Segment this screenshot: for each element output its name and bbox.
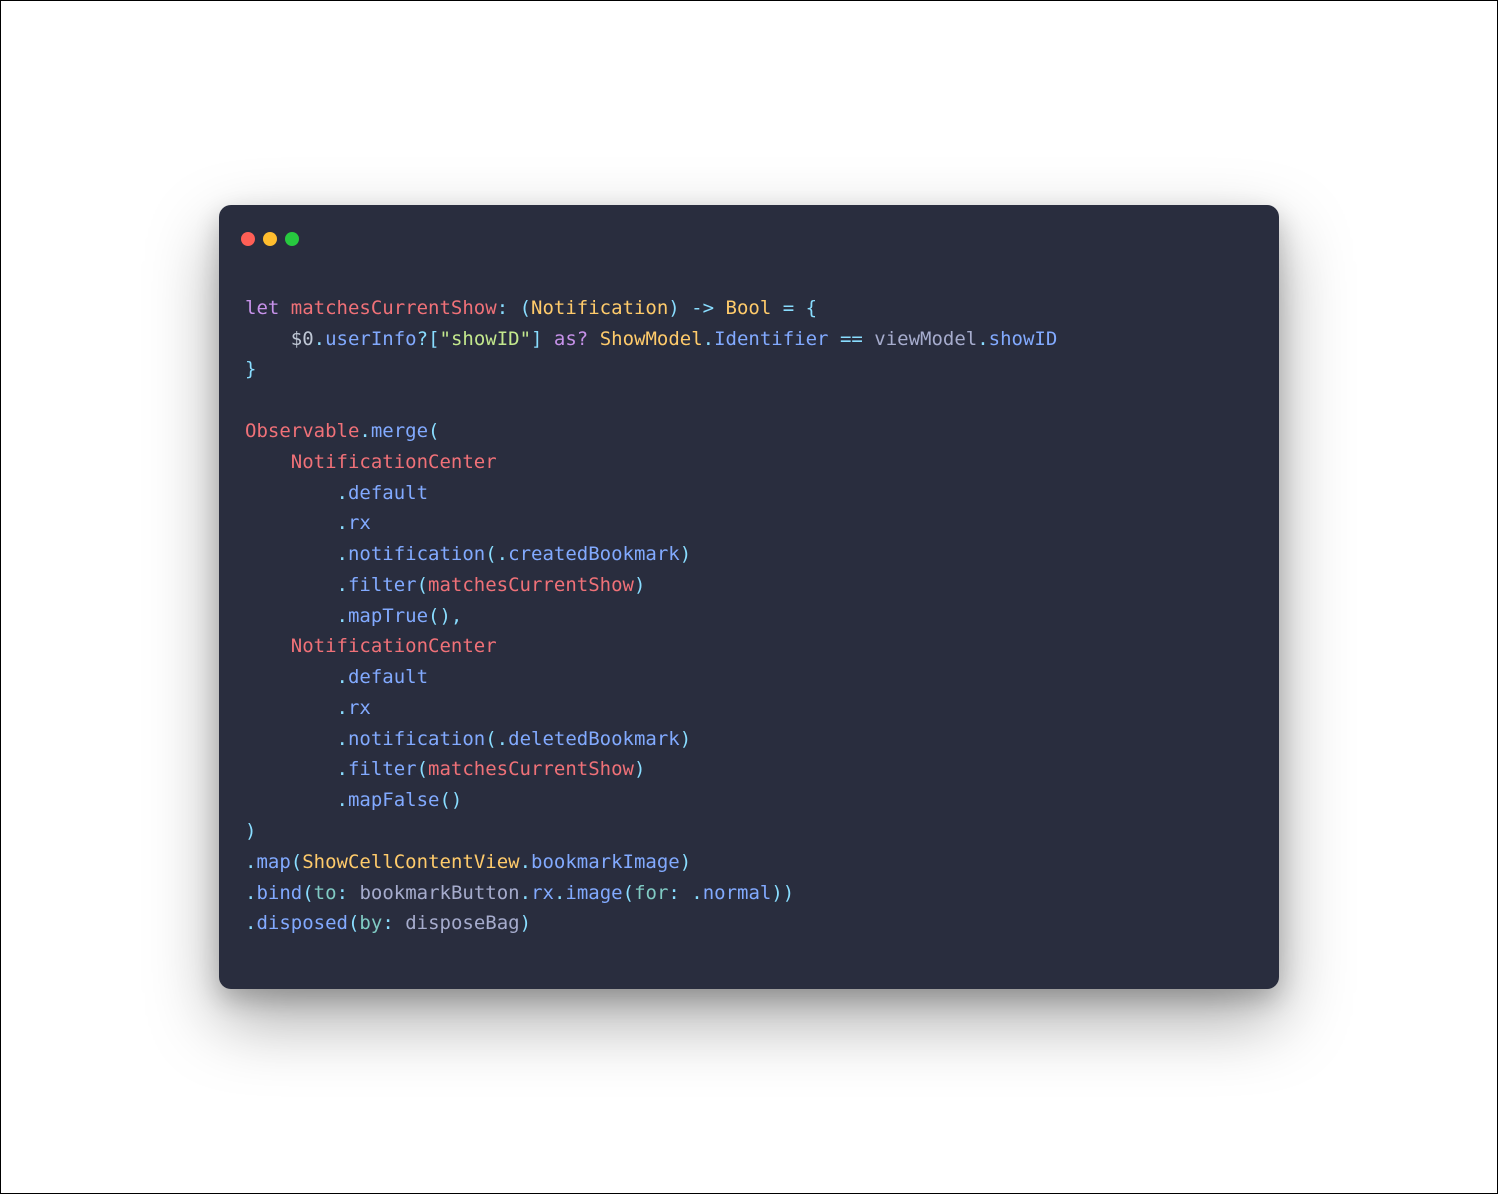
type-showmodel: ShowModel xyxy=(600,328,703,350)
close-icon[interactable] xyxy=(241,232,255,246)
code-window: let matchesCurrentShow: (Notification) -… xyxy=(219,205,1279,989)
zoom-icon[interactable] xyxy=(285,232,299,246)
fn-notification-2: notification xyxy=(348,728,485,750)
fn-mapfalse: mapFalse xyxy=(348,789,440,811)
kw-as: as? xyxy=(554,328,588,350)
prop-userInfo: userInfo xyxy=(325,328,417,350)
id-matchesCurrentShow: matchesCurrentShow xyxy=(291,297,497,319)
type-notification: Notification xyxy=(531,297,668,319)
kw-let: let xyxy=(245,297,279,319)
window-titlebar xyxy=(219,205,1279,253)
id-notificationcenter-1: NotificationCenter xyxy=(291,451,497,473)
fn-notification-1: notification xyxy=(348,543,485,565)
type-bool: Bool xyxy=(726,297,772,319)
minimize-icon[interactable] xyxy=(263,232,277,246)
string-showID: "showID" xyxy=(440,328,532,350)
id-observable: Observable xyxy=(245,420,359,442)
id-notificationcenter-2: NotificationCenter xyxy=(291,635,497,657)
fn-filter-1: filter xyxy=(348,574,417,596)
fn-map: map xyxy=(256,851,290,873)
fn-merge: merge xyxy=(371,420,428,442)
code-block: let matchesCurrentShow: (Notification) -… xyxy=(219,253,1279,989)
fn-filter-2: filter xyxy=(348,758,417,780)
fn-maptrue: mapTrue xyxy=(348,605,428,627)
fn-bind: bind xyxy=(256,882,302,904)
fn-disposed: disposed xyxy=(256,912,348,934)
